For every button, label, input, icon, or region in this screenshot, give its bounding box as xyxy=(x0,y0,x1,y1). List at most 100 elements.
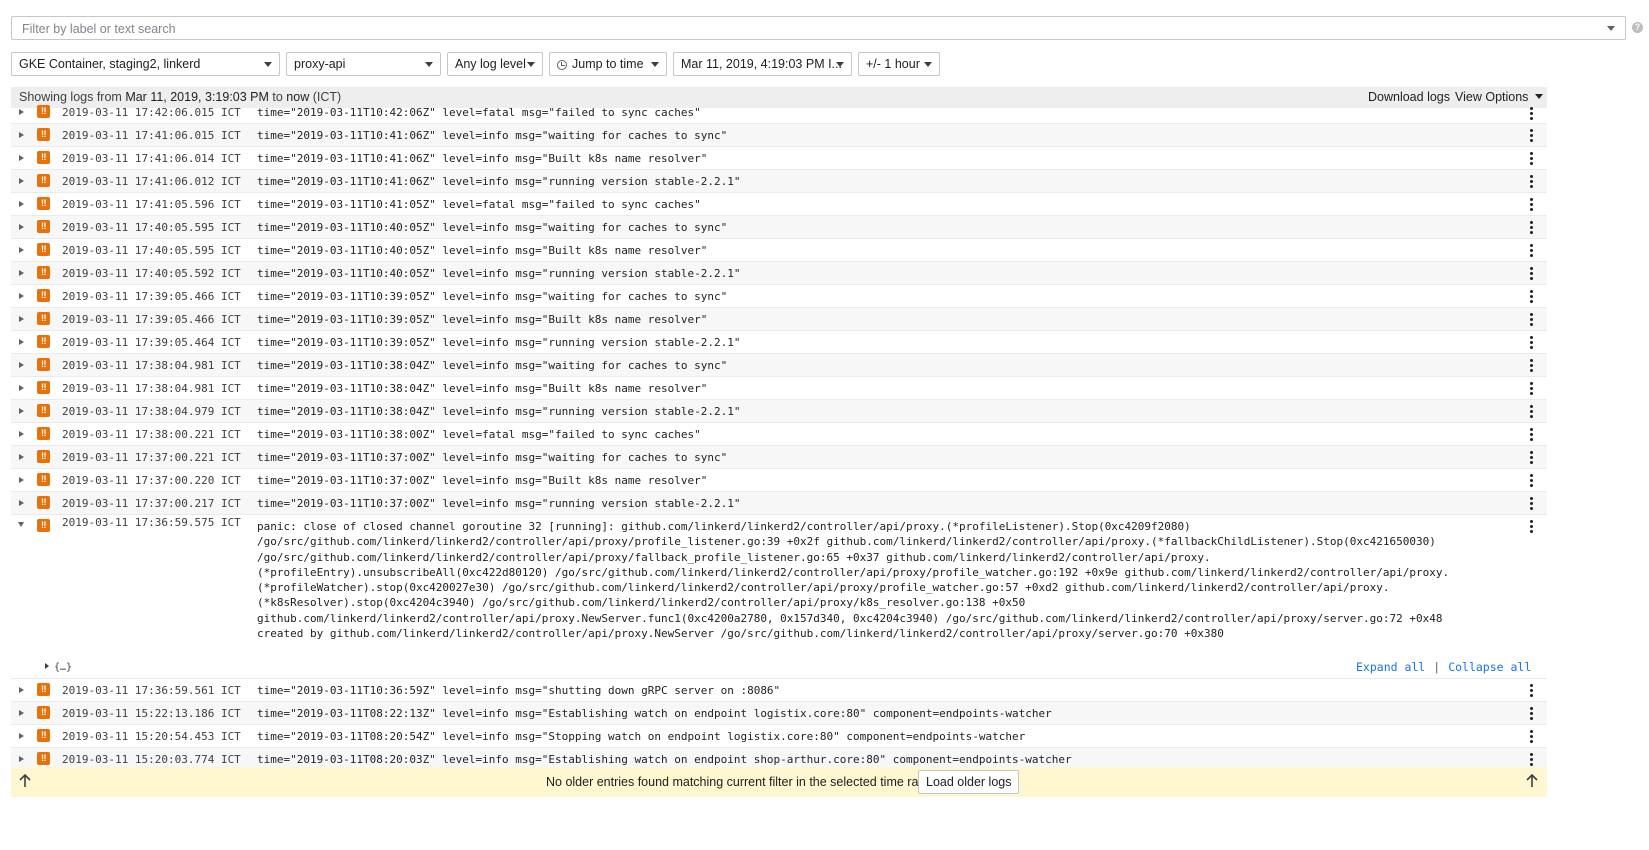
log-entry-row[interactable]: !! 2019-03-11 15:22:13.186 ICT time="2019-… xyxy=(11,702,1547,725)
log-entry-row-expanded[interactable]: !! 2019-03-11 17:36:59.575 ICT panic: clos… xyxy=(11,515,1547,679)
log-entry-row[interactable]: !! 2019-03-11 17:37:00.220 ICT time="2019-… xyxy=(11,469,1547,492)
expand-row-icon[interactable] xyxy=(19,500,24,506)
log-level-dropdown[interactable]: Any log level xyxy=(447,52,543,76)
expand-row-icon[interactable] xyxy=(19,362,24,368)
log-entry-row[interactable]: !! 2019-03-11 17:37:00.221 ICT time="2019-… xyxy=(11,446,1547,469)
kebab-dot xyxy=(1530,295,1533,298)
severity-error-icon: !! xyxy=(37,404,50,417)
more-options-icon[interactable] xyxy=(1530,520,1533,533)
log-entry-row[interactable]: !! 2019-03-11 17:36:59.561 ICT time="2019-… xyxy=(11,679,1547,702)
load-older-logs-button[interactable]: Load older logs xyxy=(918,770,1020,794)
scroll-top-arrow-icon[interactable] xyxy=(1526,774,1538,788)
expand-row-icon[interactable] xyxy=(19,132,24,138)
more-options-icon[interactable] xyxy=(1530,497,1533,510)
filter-dropdown-caret-icon[interactable] xyxy=(1607,26,1615,31)
collapse-row-icon[interactable] xyxy=(18,522,24,527)
jump-to-time-dropdown[interactable]: Jump to time xyxy=(549,52,667,76)
more-options-icon[interactable] xyxy=(1530,451,1533,464)
kebab-dot xyxy=(1530,456,1533,459)
expand-row-icon[interactable] xyxy=(19,756,24,762)
more-options-icon[interactable] xyxy=(1530,152,1533,165)
expand-row-icon[interactable] xyxy=(19,155,24,161)
log-entry-row[interactable]: !! 2019-03-11 17:41:06.014 ICT time="2019-… xyxy=(11,147,1547,170)
more-options-icon[interactable] xyxy=(1530,730,1533,743)
kebab-dot xyxy=(1530,231,1533,234)
more-options-icon[interactable] xyxy=(1530,129,1533,142)
kebab-dot xyxy=(1530,707,1533,710)
more-options-icon[interactable] xyxy=(1530,221,1533,234)
expand-row-icon[interactable] xyxy=(19,270,24,276)
time-range-dropdown[interactable]: +/- 1 hour xyxy=(858,52,940,76)
log-entry-row[interactable]: !! 2019-03-11 17:39:05.466 ICT time="2019-… xyxy=(11,308,1547,331)
expand-row-icon[interactable] xyxy=(19,477,24,483)
kebab-dot xyxy=(1530,740,1533,743)
kebab-dot xyxy=(1530,730,1533,733)
log-entry-row[interactable]: !! 2019-03-11 17:39:05.464 ICT time="2019-… xyxy=(11,331,1547,354)
log-entry-row[interactable]: !! 2019-03-11 17:42:06.015 ICT time="2019-… xyxy=(11,102,1547,124)
expand-row-icon[interactable] xyxy=(19,385,24,391)
more-options-icon[interactable] xyxy=(1530,198,1533,211)
log-entry-row[interactable]: !! 2019-03-11 17:40:05.595 ICT time="2019-… xyxy=(11,216,1547,239)
log-entry-row[interactable]: !! 2019-03-11 17:38:04.979 ICT time="2019-… xyxy=(11,400,1547,423)
log-message: time="2019-03-11T10:40:05Z" level=info m… xyxy=(257,221,728,234)
json-payload-toggle[interactable]: {…} xyxy=(45,656,72,679)
more-options-icon[interactable] xyxy=(1530,107,1533,120)
log-message: time="2019-03-11T10:41:06Z" level=info m… xyxy=(257,129,728,142)
expand-row-icon[interactable] xyxy=(19,224,24,230)
more-options-icon[interactable] xyxy=(1530,753,1533,766)
more-options-icon[interactable] xyxy=(1530,336,1533,349)
expand-row-icon[interactable] xyxy=(19,687,24,693)
kebab-dot xyxy=(1530,461,1533,464)
more-options-icon[interactable] xyxy=(1530,313,1533,326)
more-options-icon[interactable] xyxy=(1530,474,1533,487)
expand-row-icon[interactable] xyxy=(19,316,24,322)
more-options-icon[interactable] xyxy=(1530,684,1533,697)
log-entry-row[interactable]: !! 2019-03-11 17:39:05.466 ICT time="2019-… xyxy=(11,285,1547,308)
log-entry-row[interactable]: !! 2019-03-11 17:41:06.015 ICT time="2019-… xyxy=(11,124,1547,147)
log-name-dropdown[interactable]: proxy-api xyxy=(286,52,441,76)
more-options-icon[interactable] xyxy=(1530,405,1533,418)
log-entry-row[interactable]: !! 2019-03-11 15:20:03.774 ICT time="2019-… xyxy=(11,748,1547,767)
help-icon[interactable]: ? xyxy=(1632,22,1643,33)
filter-bar[interactable] xyxy=(11,16,1626,40)
log-entry-row[interactable]: !! 2019-03-11 15:20:54.453 ICT time="2019-… xyxy=(11,725,1547,748)
kebab-dot xyxy=(1530,139,1533,142)
log-entry-row[interactable]: !! 2019-03-11 17:40:05.595 ICT time="2019-… xyxy=(11,239,1547,262)
expand-row-icon[interactable] xyxy=(19,339,24,345)
log-entry-row[interactable]: !! 2019-03-11 17:41:05.596 ICT time="2019-… xyxy=(11,193,1547,216)
expand-row-icon[interactable] xyxy=(19,178,24,184)
log-entry-row[interactable]: !! 2019-03-11 17:38:04.981 ICT time="2019-… xyxy=(11,354,1547,377)
log-entry-row[interactable]: !! 2019-03-11 17:38:04.981 ICT time="2019-… xyxy=(11,377,1547,400)
expand-row-icon[interactable] xyxy=(19,454,24,460)
expand-all-link[interactable]: Expand all xyxy=(1356,660,1425,674)
log-entry-row[interactable]: !! 2019-03-11 17:40:05.592 ICT time="2019-… xyxy=(11,262,1547,285)
expand-row-icon[interactable] xyxy=(19,247,24,253)
time-value-dropdown[interactable]: Mar 11, 2019, 4:19:03 PM I... xyxy=(673,52,852,76)
more-options-icon[interactable] xyxy=(1530,428,1533,441)
resource-dropdown[interactable]: GKE Container, staging2, linkerd xyxy=(11,52,280,76)
kebab-dot xyxy=(1530,203,1533,206)
more-options-icon[interactable] xyxy=(1530,382,1533,395)
more-options-icon[interactable] xyxy=(1530,267,1533,280)
scroll-top-arrow-icon[interactable] xyxy=(19,774,31,788)
expand-row-icon[interactable] xyxy=(19,293,24,299)
chevron-down-icon xyxy=(425,62,433,67)
collapse-all-link[interactable]: Collapse all xyxy=(1448,660,1531,674)
more-options-icon[interactable] xyxy=(1530,707,1533,720)
more-options-icon[interactable] xyxy=(1530,175,1533,188)
expand-row-icon[interactable] xyxy=(19,408,24,414)
expand-row-icon[interactable] xyxy=(19,431,24,437)
log-entry-row[interactable]: !! 2019-03-11 17:41:06.012 ICT time="2019-… xyxy=(11,170,1547,193)
expand-row-icon[interactable] xyxy=(19,710,24,716)
more-options-icon[interactable] xyxy=(1530,359,1533,372)
log-entry-row[interactable]: !! 2019-03-11 17:37:00.217 ICT time="2019-… xyxy=(11,492,1547,515)
log-entry-row[interactable]: !! 2019-03-11 17:38:00.221 ICT time="2019-… xyxy=(11,423,1547,446)
expand-row-icon[interactable] xyxy=(19,201,24,207)
filter-input[interactable] xyxy=(20,18,1584,40)
expand-row-icon[interactable] xyxy=(19,733,24,739)
expand-row-icon[interactable] xyxy=(19,109,24,115)
more-options-icon[interactable] xyxy=(1530,244,1533,257)
stack-trace-line: (*profileWatcher).stop(0xc420027e30) /go… xyxy=(257,581,1390,595)
severity-error-icon: !! xyxy=(37,752,50,765)
more-options-icon[interactable] xyxy=(1530,290,1533,303)
